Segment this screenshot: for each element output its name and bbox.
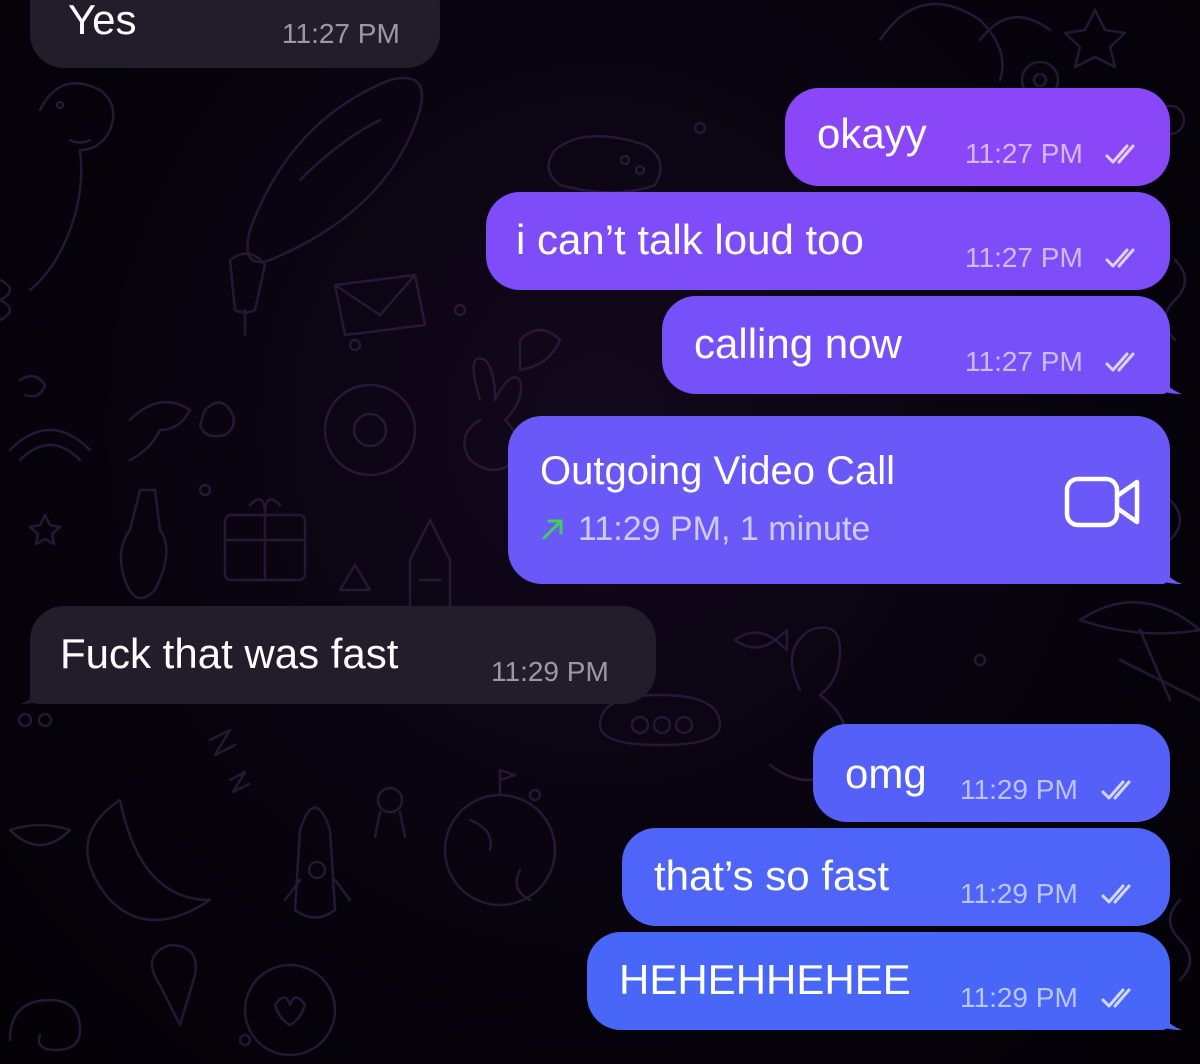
call-detail: 11:29 PM, 1 minute [578, 510, 871, 548]
video-camera-icon[interactable] [1064, 474, 1142, 530]
message-text: Fuck that was fast [60, 630, 399, 677]
double-check-icon [1101, 988, 1131, 1008]
message-text: HEHEHHEHEE [619, 956, 911, 1003]
bubble-tail [1160, 364, 1182, 394]
message-time: 11:27 PM [965, 346, 1083, 377]
outgoing-arrow-icon [542, 519, 563, 540]
message-bubble-outgoing[interactable]: calling now 11:27 PM [662, 296, 1170, 394]
bubble-tail [20, 674, 42, 704]
message-text: i can’t talk loud too [516, 216, 864, 263]
double-check-icon [1105, 248, 1135, 268]
message-bubble-outgoing[interactable]: HEHEHHEHEE 11:29 PM [587, 932, 1170, 1030]
message-text: omg [845, 750, 927, 797]
message-bubble-incoming[interactable]: Yes 11:27 PM [30, 0, 440, 68]
call-title: Outgoing Video Call [540, 449, 896, 493]
message-time: 11:29 PM [960, 878, 1078, 909]
message-bubble-outgoing[interactable]: that’s so fast 11:29 PM [622, 828, 1170, 926]
double-check-icon [1105, 352, 1135, 372]
message-bubble-outgoing[interactable]: omg 11:29 PM [813, 724, 1170, 822]
message-time: 11:29 PM [491, 656, 609, 687]
message-text: Yes [68, 0, 137, 43]
message-text: that’s so fast [654, 852, 890, 899]
message-text: calling now [694, 320, 902, 367]
double-check-icon [1101, 884, 1131, 904]
bubble-tail [1160, 1000, 1182, 1030]
double-check-icon [1101, 780, 1131, 800]
message-time: 11:29 PM [960, 982, 1078, 1013]
message-time: 11:27 PM [965, 138, 1083, 169]
message-time: 11:27 PM [965, 242, 1083, 273]
message-bubble-outgoing[interactable]: i can’t talk loud too 11:27 PM [486, 192, 1170, 290]
double-check-icon [1105, 144, 1135, 164]
message-bubble-outgoing[interactable]: okayy 11:27 PM [785, 88, 1170, 186]
message-time: 11:27 PM [282, 18, 400, 49]
message-time: 11:29 PM [960, 774, 1078, 805]
bubble-tail [1160, 554, 1182, 584]
message-bubble-incoming[interactable]: Fuck that was fast 11:29 PM [30, 606, 656, 704]
call-bubble[interactable]: Outgoing Video Call 11:29 PM, 1 minute [508, 416, 1170, 584]
message-text: okayy [817, 110, 927, 157]
